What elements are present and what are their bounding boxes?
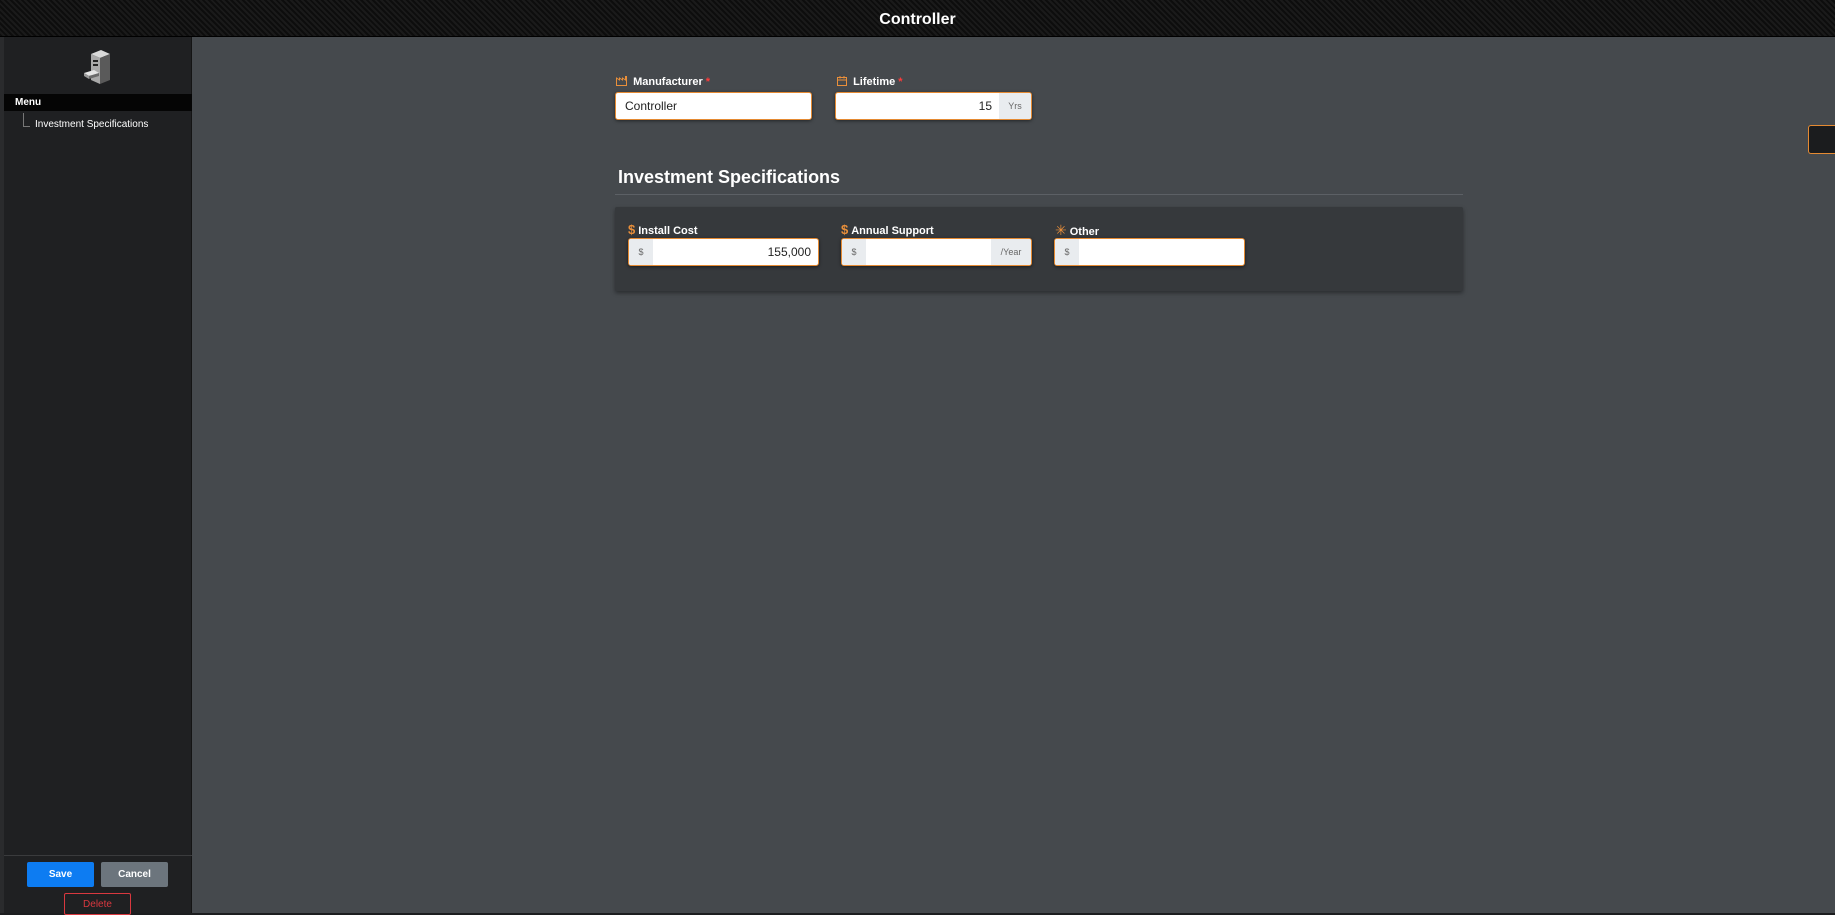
- manufacturer-field[interactable]: [615, 92, 812, 120]
- tree-connector: [23, 113, 30, 127]
- required-marker: *: [705, 76, 711, 88]
- other-input[interactable]: [1079, 239, 1244, 265]
- annual-support-field[interactable]: $ /Year: [841, 238, 1032, 266]
- cancel-button[interactable]: Cancel: [101, 862, 168, 887]
- install-cost-label: $ Install Cost: [628, 222, 698, 237]
- sidebar: Menu Investment Specifications Save Canc…: [4, 37, 192, 915]
- required-marker: *: [898, 76, 903, 88]
- title-bar: Controller: [0, 0, 1835, 37]
- section-title: Investment Specifications: [618, 167, 841, 187]
- window-title: Controller: [879, 11, 956, 28]
- lifetime-label: Lifetime *: [837, 76, 903, 88]
- currency-prefix: $: [842, 239, 866, 265]
- factory-icon: [616, 76, 630, 88]
- sidebar-footer: Save Cancel Delete: [4, 855, 192, 915]
- lifetime-unit: Yrs: [999, 93, 1031, 119]
- annual-support-input[interactable]: [866, 239, 991, 265]
- delete-button[interactable]: Delete: [64, 893, 131, 915]
- other-label: ✳ Other: [1055, 222, 1100, 238]
- app-window: Controller Menu Investment Specification…: [0, 0, 1835, 915]
- currency-prefix: $: [1055, 239, 1079, 265]
- section-divider: [615, 194, 1463, 195]
- side-panel-toggle[interactable]: [1808, 125, 1835, 154]
- manufacturer-label: Manufacturer *: [616, 76, 710, 88]
- manufacturer-input[interactable]: [616, 93, 811, 119]
- investment-panel: $Install Cost $ $Annual Support $ /Year …: [615, 207, 1463, 291]
- install-cost-input[interactable]: [653, 239, 818, 265]
- dollar-icon: $: [841, 222, 849, 237]
- asterisk-icon: ✳: [1055, 222, 1067, 238]
- dollar-icon: $: [628, 222, 636, 237]
- sidebar-item-investment-specifications[interactable]: Investment Specifications: [23, 113, 149, 133]
- install-cost-field[interactable]: $: [628, 238, 819, 266]
- menu-header: Menu: [4, 94, 192, 111]
- controller-device-icon: [80, 46, 116, 88]
- sidebar-item-label: Investment Specifications: [35, 119, 149, 130]
- other-field[interactable]: $: [1054, 238, 1245, 266]
- main-content: Manufacturer* Lifetime* Yrs Investment S…: [192, 37, 1835, 913]
- lifetime-field[interactable]: Yrs: [835, 92, 1032, 120]
- currency-prefix: $: [629, 239, 653, 265]
- annual-support-label: $ Annual Support: [841, 222, 934, 237]
- calendar-icon: [837, 76, 850, 88]
- per-year-suffix: /Year: [991, 239, 1031, 265]
- lifetime-input[interactable]: [836, 93, 999, 119]
- save-button[interactable]: Save: [27, 862, 94, 887]
